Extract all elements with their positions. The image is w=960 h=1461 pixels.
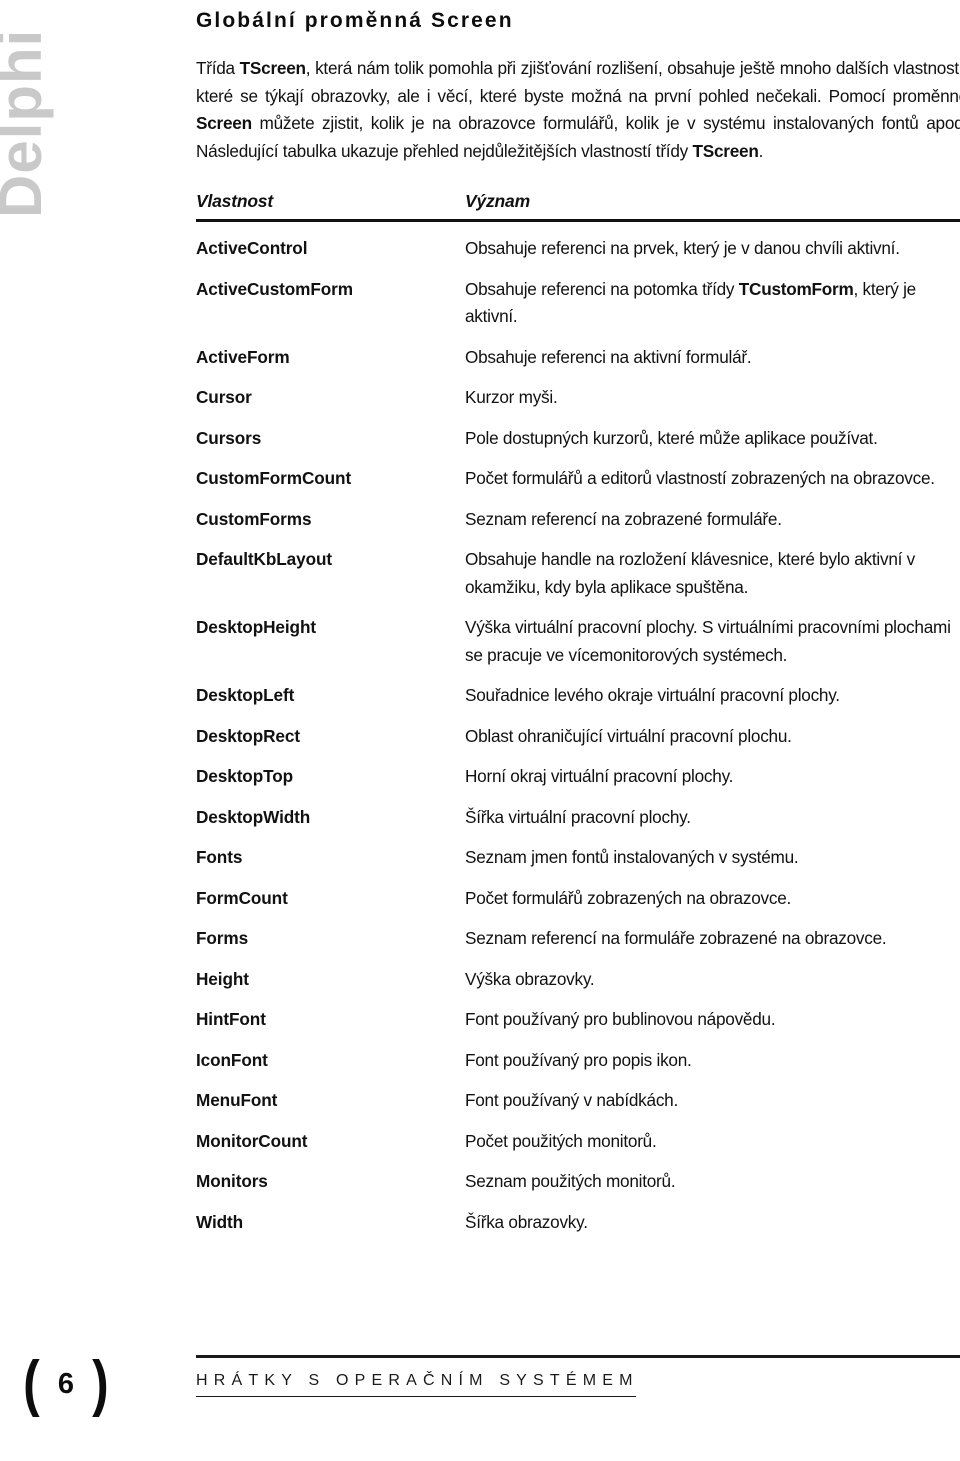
property-description: Počet formulářů zobrazených na obrazovce…	[465, 887, 792, 908]
footer-chapter-title: HRÁTKY S OPERAČNÍM SYSTÉMEM	[196, 1372, 639, 1389]
property-name: ActiveCustomForm	[196, 278, 353, 299]
property-name: ActiveControl	[196, 238, 308, 259]
table-row: Cursor Kurzor myši.	[196, 371, 960, 412]
intro-text-2: , která nám tolik pomohla při zjišťování…	[196, 58, 960, 106]
property-name: DesktopHeight	[196, 617, 316, 638]
table-body: ActiveControl Obsahuje referenci na prvek…	[196, 222, 960, 1236]
table-row: Forms Seznam referencí na formuláře zobra…	[196, 912, 960, 953]
property-description: Font používaný pro bublinovou nápovědu.	[465, 1009, 776, 1030]
property-description: Seznam referencí na formuláře zobrazené …	[465, 928, 887, 949]
table-row: MenuFont Font používaný v nabídkách.	[196, 1074, 960, 1115]
intro-bold-tscreen-2: TScreen	[692, 140, 759, 161]
property-name: DesktopTop	[196, 766, 294, 787]
table-row: Width Šířka obrazovky.	[196, 1196, 960, 1237]
folio-paren-right: )	[92, 1349, 109, 1418]
property-description: Šířka obrazovky.	[465, 1211, 588, 1232]
table-row: MonitorCount Počet použitých monitorů.	[196, 1115, 960, 1156]
footer-band: HRÁTKY S OPERAČNÍM SYSTÉMEM	[196, 1355, 960, 1398]
property-description: Seznam použitých monitorů.	[465, 1171, 676, 1192]
intro-bold-tscreen-1: TScreen	[239, 58, 306, 79]
table-row: IconFont Font používaný pro popis ikon.	[196, 1034, 960, 1075]
description-text-pre: Obsahuje referenci na potomka třídy	[465, 278, 739, 299]
table-row: ActiveCustomForm Obsahuje referenci na po…	[196, 263, 960, 331]
property-name: HintFont	[196, 1009, 266, 1030]
property-description: Obsahuje handle na rozložení klávesnice,…	[465, 549, 916, 597]
page-number: 6	[57, 1367, 75, 1400]
property-name: Fonts	[196, 847, 243, 868]
property-description: Oblast ohraničující virtuální pracovní p…	[465, 725, 792, 746]
table-row: CustomForms Seznam referencí na zobrazené…	[196, 493, 960, 534]
table-row: DesktopHeight Výška virtuální pracovní pl…	[196, 601, 960, 669]
property-name: Forms	[196, 928, 249, 949]
table-row: DesktopLeft Souřadnice levého okraje virt…	[196, 669, 960, 710]
property-name: Monitors	[196, 1171, 268, 1192]
property-description: Obsahuje referenci na potomka třídy TCus…	[465, 263, 960, 331]
column-header-property: Vlastnost	[196, 191, 273, 212]
property-name: IconFont	[196, 1049, 268, 1070]
property-name: CustomFormCount	[196, 468, 352, 489]
table-header-row: Vlastnost Význam	[196, 191, 960, 219]
properties-table: Vlastnost Význam ActiveControl Obsahuje r…	[196, 191, 960, 1236]
property-description: Šířka virtuální pracovní plochy.	[465, 806, 691, 827]
table-row: ActiveControl Obsahuje referenci na prvek…	[196, 222, 960, 263]
table-row: Height Výška obrazovky.	[196, 953, 960, 994]
description-bold-term: TCustomForm	[738, 278, 854, 299]
property-name: Width	[196, 1211, 244, 1232]
table-row: Fonts Seznam jmen fontů instalovaných v s…	[196, 831, 960, 872]
folio-block: ( 6 )	[6, 1353, 126, 1415]
property-description: Horní okraj virtuální pracovní plochy.	[465, 766, 734, 787]
property-name: DesktopRect	[196, 725, 300, 746]
property-description: Pole dostupných kurzorů, které může apli…	[465, 427, 878, 448]
property-name: DesktopLeft	[196, 685, 295, 706]
footer-rule-bottom	[196, 1396, 636, 1398]
property-name: MonitorCount	[196, 1130, 308, 1151]
document-page: Delphi Globální proměnná Screen Třída TS…	[0, 0, 960, 1461]
table-row: DefaultKbLayout Obsahuje handle na rozlož…	[196, 533, 960, 601]
table-row: CustomFormCount Počet formulářů a editorů…	[196, 452, 960, 493]
property-description: Seznam jmen fontů instalovaných v systém…	[465, 847, 799, 868]
intro-text-1: Třída	[196, 58, 240, 79]
folio-paren-left: (	[23, 1349, 40, 1418]
property-description: Kurzor myši.	[465, 387, 558, 408]
table-row: FormCount Počet formulářů zobrazených na …	[196, 872, 960, 913]
property-name: Cursor	[196, 387, 252, 408]
property-description: Font používaný v nabídkách.	[465, 1090, 679, 1111]
table-head: Vlastnost Význam	[196, 191, 960, 222]
side-tab-label: Delphi	[0, 28, 54, 218]
property-description: Obsahuje referenci na aktivní formulář.	[465, 346, 752, 367]
property-name: FormCount	[196, 887, 288, 908]
page-title: Globální proměnná Screen	[196, 9, 514, 32]
property-name: MenuFont	[196, 1090, 278, 1111]
footer-rule-top	[196, 1355, 960, 1358]
table-row: DesktopRect Oblast ohraničující virtuální…	[196, 710, 960, 751]
property-name: DefaultKbLayout	[196, 549, 333, 570]
property-description: Font používaný pro popis ikon.	[465, 1049, 692, 1070]
property-description: Souřadnice levého okraje virtuální praco…	[465, 685, 840, 706]
table-row: DesktopWidth Šířka virtuální pracovní plo…	[196, 791, 960, 832]
property-name: DesktopWidth	[196, 806, 311, 827]
intro-text-3: můžete zjistit, kolik je na obrazovce fo…	[196, 113, 960, 161]
property-description: Výška virtuální pracovní plochy. S virtu…	[465, 617, 951, 665]
table-row: DesktopTop Horní okraj virtuální pracovní…	[196, 750, 960, 791]
page-footer: ( 6 ) HRÁTKY S OPERAČNÍM SYSTÉMEM	[0, 1349, 960, 1435]
intro-text-4: .	[758, 140, 764, 161]
intro-paragraph: Třída TScreen, která nám tolik pomohla p…	[196, 55, 960, 165]
property-description: Počet použitých monitorů.	[465, 1130, 657, 1151]
table-row: Monitors Seznam použitých monitorů.	[196, 1155, 960, 1196]
table-row: HintFont Font používaný pro bublinovou ná…	[196, 993, 960, 1034]
property-description: Obsahuje referenci na prvek, který je v …	[465, 238, 900, 259]
property-name: CustomForms	[196, 508, 312, 529]
table-row: Cursors Pole dostupných kurzorů, které mů…	[196, 412, 960, 453]
column-header-meaning: Význam	[465, 191, 530, 212]
property-name: Cursors	[196, 427, 262, 448]
table-row: ActiveForm Obsahuje referenci na aktivní …	[196, 331, 960, 372]
property-description: Seznam referencí na zobrazené formuláře.	[465, 508, 782, 529]
property-name: ActiveForm	[196, 346, 290, 367]
intro-bold-screen: Screen	[196, 113, 252, 134]
content-column: Globální proměnná Screen Třída TScreen, …	[196, 0, 960, 1236]
property-name: Height	[196, 968, 249, 989]
property-description: Výška obrazovky.	[465, 968, 595, 989]
property-description: Počet formulářů a editorů vlastností zob…	[465, 468, 935, 489]
